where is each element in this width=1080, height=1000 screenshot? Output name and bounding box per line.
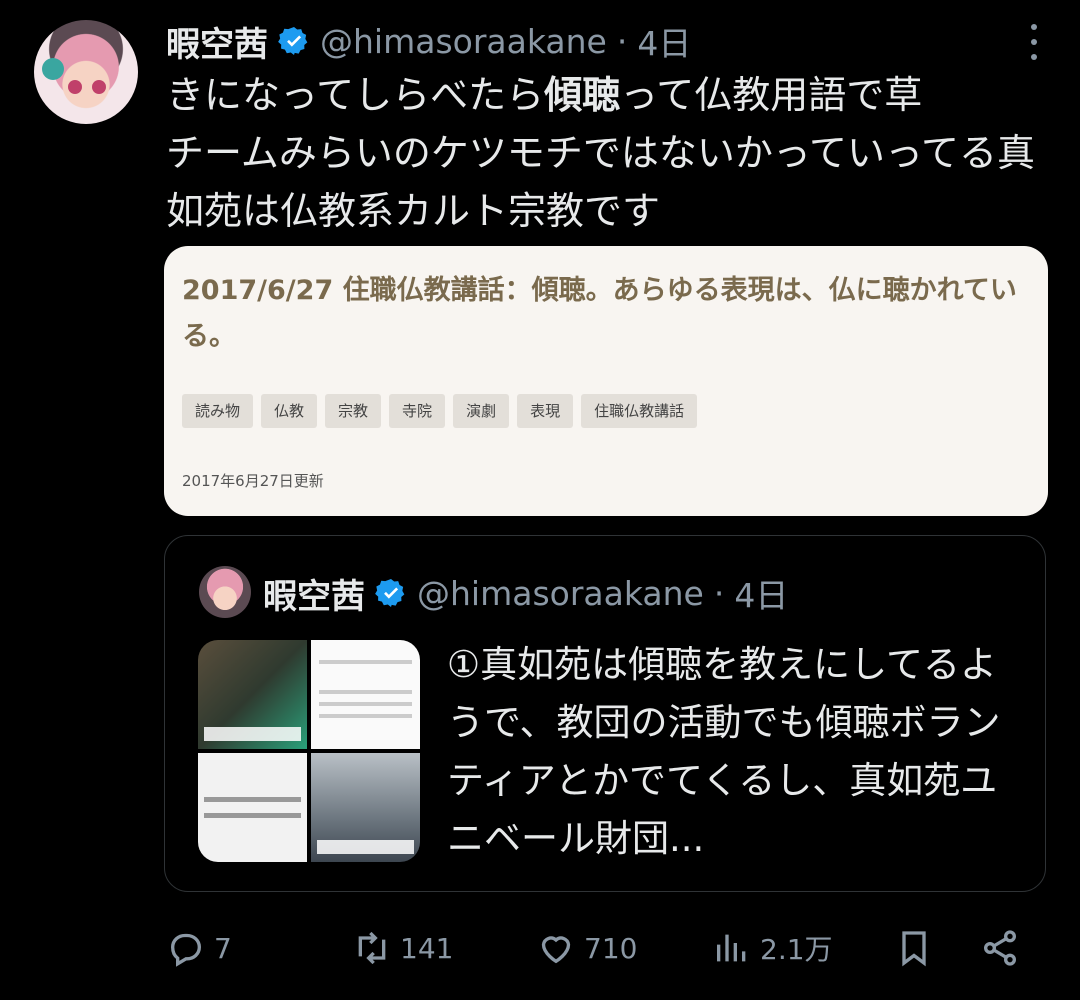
views-button[interactable]: 2.1万 (712, 918, 833, 978)
tweet-actions-bar: 7 141 710 2.1万 (166, 918, 1036, 978)
avatar-eye (92, 80, 106, 94)
media-thumbnail[interactable] (198, 753, 307, 862)
like-button[interactable]: 710 (536, 918, 637, 978)
quoted-tweet-header: 暇空茜 @himasoraakane · 4日 (263, 568, 788, 618)
verified-badge-icon[interactable] (278, 25, 310, 57)
author-avatar[interactable] (34, 20, 138, 124)
separator-dot: · (616, 21, 628, 61)
tweet-text: きになってしらべたら傾聴って仏教用語で草 チームみらいのケツモチではないかってい… (166, 66, 1046, 240)
reply-icon (170, 933, 202, 967)
bookmark-button[interactable] (894, 918, 934, 978)
retweet-button[interactable]: 141 (352, 918, 453, 978)
avatar-bow-decoration (42, 58, 64, 80)
tag: 寺院 (389, 394, 446, 428)
bookmark-icon (902, 931, 926, 967)
reply-button[interactable]: 7 (166, 918, 232, 978)
quoted-author-avatar[interactable] (199, 566, 251, 618)
quoted-media-grid[interactable] (198, 640, 420, 862)
retweet-icon (358, 931, 386, 965)
tag: 読み物 (182, 394, 254, 428)
verified-badge-icon (375, 579, 405, 607)
tweet-header: 暇空茜 @himasoraakane · 4日 (166, 16, 691, 66)
author-handle[interactable]: @himasoraakane (320, 22, 607, 61)
share-icon (984, 930, 1016, 966)
quoted-author-name: 暇空茜 (263, 576, 365, 617)
tweet-timestamp[interactable]: 4日 (637, 17, 691, 65)
tweet-text-bold: 傾聴 (544, 73, 621, 117)
author-name[interactable]: 暇空茜 (166, 17, 268, 66)
analytics-icon (717, 934, 746, 962)
link-card-updated-date: 2017年6月27日更新 (182, 472, 324, 490)
tag: 演劇 (453, 394, 510, 428)
link-card-title: 2017/6/27 住職仏教講話：傾聴。あらゆる表現は、仏に聴かれている。 (182, 275, 1017, 352)
more-vertical-icon[interactable] (1028, 24, 1040, 60)
tag: 住職仏教講話 (581, 394, 698, 428)
link-card-tags: 読み物 仏教 宗教 寺院 演劇 表現 住職仏教講話 (182, 394, 698, 428)
tag: 表現 (517, 394, 574, 428)
link-preview-card[interactable]: 2017/6/27 住職仏教講話：傾聴。あらゆる表現は、仏に聴かれている。 読み… (164, 246, 1048, 516)
quoted-tweet-text: ①真如苑は傾聴を教えにしてるようで、教団の活動でも傾聴ボランティアとかでてくるし… (447, 643, 1001, 860)
avatar-eye (68, 80, 82, 94)
like-count: 710 (584, 931, 638, 965)
media-thumbnail[interactable] (198, 640, 307, 749)
tweet-text-part: きになってしらべたら (166, 73, 545, 117)
views-count: 2.1万 (760, 933, 833, 966)
share-button[interactable] (980, 918, 1020, 978)
media-thumbnail[interactable] (311, 640, 420, 749)
retweet-count: 141 (400, 931, 454, 965)
quoted-tweet-timestamp: 4日 (734, 576, 789, 615)
tag: 仏教 (261, 394, 318, 428)
reply-count: 7 (214, 931, 232, 965)
media-thumbnail[interactable] (311, 753, 420, 862)
heart-icon (541, 936, 571, 964)
quoted-author-handle: @himasoraakane (417, 573, 704, 613)
quoted-tweet[interactable]: 暇空茜 @himasoraakane · 4日 ①真如苑は傾聴を教えにしてるよう… (164, 535, 1046, 892)
tag: 宗教 (325, 394, 382, 428)
separator-dot: · (713, 573, 725, 613)
